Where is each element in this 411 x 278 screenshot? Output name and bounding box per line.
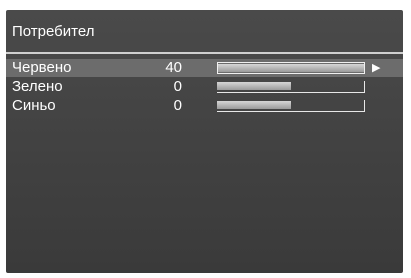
slider-fill bbox=[218, 64, 364, 72]
red-level-slider[interactable] bbox=[217, 62, 365, 74]
menu-item-label: Зелено bbox=[12, 78, 63, 95]
slider-fill bbox=[217, 82, 291, 90]
menu-item-value: 0 bbox=[173, 97, 182, 114]
menu-title-bar: Потребител bbox=[6, 16, 403, 54]
blue-level-slider[interactable] bbox=[217, 100, 365, 112]
menu-item-label: Червено bbox=[12, 59, 72, 76]
menu-item-red[interactable]: Червено 40 ▶ bbox=[6, 59, 403, 77]
right-triangle-icon: ▶ bbox=[372, 62, 381, 74]
menu-title: Потребител bbox=[12, 23, 95, 40]
osd-menu-panel: Потребител Червено 40 ▶ Зелено 0 Синьо 0 bbox=[6, 10, 403, 273]
slider-fill bbox=[217, 101, 291, 109]
menu-item-blue[interactable]: Синьо 0 bbox=[6, 97, 403, 115]
menu-item-green[interactable]: Зелено 0 bbox=[6, 78, 403, 96]
menu-item-label: Синьо bbox=[12, 97, 56, 114]
menu-item-value: 40 bbox=[165, 59, 182, 76]
menu-item-value: 0 bbox=[173, 78, 182, 95]
green-level-slider[interactable] bbox=[217, 81, 365, 93]
